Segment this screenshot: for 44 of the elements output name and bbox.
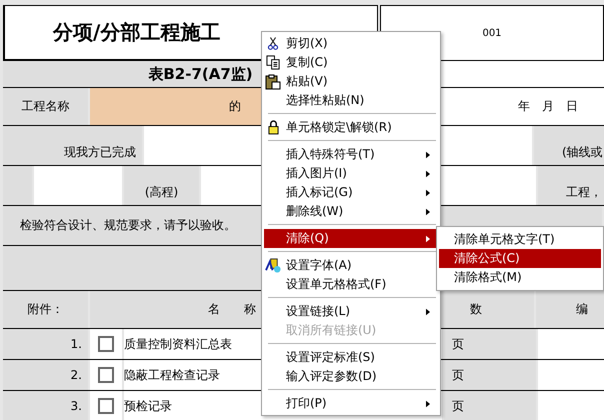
font-settings-icon (264, 258, 282, 273)
request-text: 检验符合设计、规范要求，请予以验收。 (20, 217, 236, 234)
scissors-icon (267, 36, 279, 51)
menu-item[interactable]: 插入特殊符号(T) (264, 145, 438, 164)
menu-item[interactable]: 清除格式(M) (439, 268, 601, 287)
attachment-number: 3. (3, 391, 88, 420)
menu-item[interactable]: 清除公式(C) (439, 249, 601, 268)
project-label: 工程名称 (3, 88, 88, 125)
checkbox[interactable] (98, 398, 114, 414)
menu-item[interactable]: 打印(P) (264, 394, 438, 413)
menu-item[interactable]: 输入评定参数(D) (264, 367, 438, 386)
attachment-number: 2. (3, 360, 88, 390)
lock-icon (268, 120, 278, 135)
submenu-arrow-icon (426, 188, 430, 196)
menu-item[interactable]: 插入标记(G) (264, 183, 438, 202)
page-unit: 页 (444, 329, 536, 359)
page-unit: 页 (444, 391, 536, 420)
blank-cell (538, 329, 604, 359)
checkbox[interactable] (98, 336, 114, 352)
clipboard-icon (265, 74, 281, 90)
copy-icon (266, 55, 280, 70)
submenu-arrow-icon (426, 234, 430, 242)
checkbox[interactable] (98, 367, 114, 383)
code-header: 编 (536, 291, 604, 328)
blank-cell (538, 360, 604, 390)
attachments-label: 附件： (3, 291, 88, 328)
blank-cell (538, 391, 604, 420)
work-label: 工程， (538, 166, 604, 205)
menu-item[interactable]: 插入图片(I) (264, 164, 438, 183)
submenu-arrow-icon (426, 308, 430, 316)
page-unit: 页 (444, 360, 536, 390)
submenu-arrow-icon (426, 400, 430, 408)
menu-item[interactable]: 设置字体(A) (264, 256, 438, 275)
elevation-label: (高程) (124, 166, 199, 205)
submenu-arrow-icon (426, 208, 430, 216)
completed-label: 现我方已完成 (3, 126, 142, 165)
menu-item[interactable]: 设置单元格格式(F) (264, 275, 438, 294)
axis-label: (轴线或 (534, 126, 604, 165)
attachment-number: 1. (3, 329, 88, 359)
submenu-arrow-icon (426, 170, 430, 178)
submenu-arrow-icon (426, 150, 430, 158)
menu-item[interactable]: 清除(Q) (264, 229, 438, 248)
menu-item[interactable]: 删除线(W) (264, 202, 438, 221)
menu-item[interactable]: 清除单元格文字(T) (439, 230, 601, 249)
